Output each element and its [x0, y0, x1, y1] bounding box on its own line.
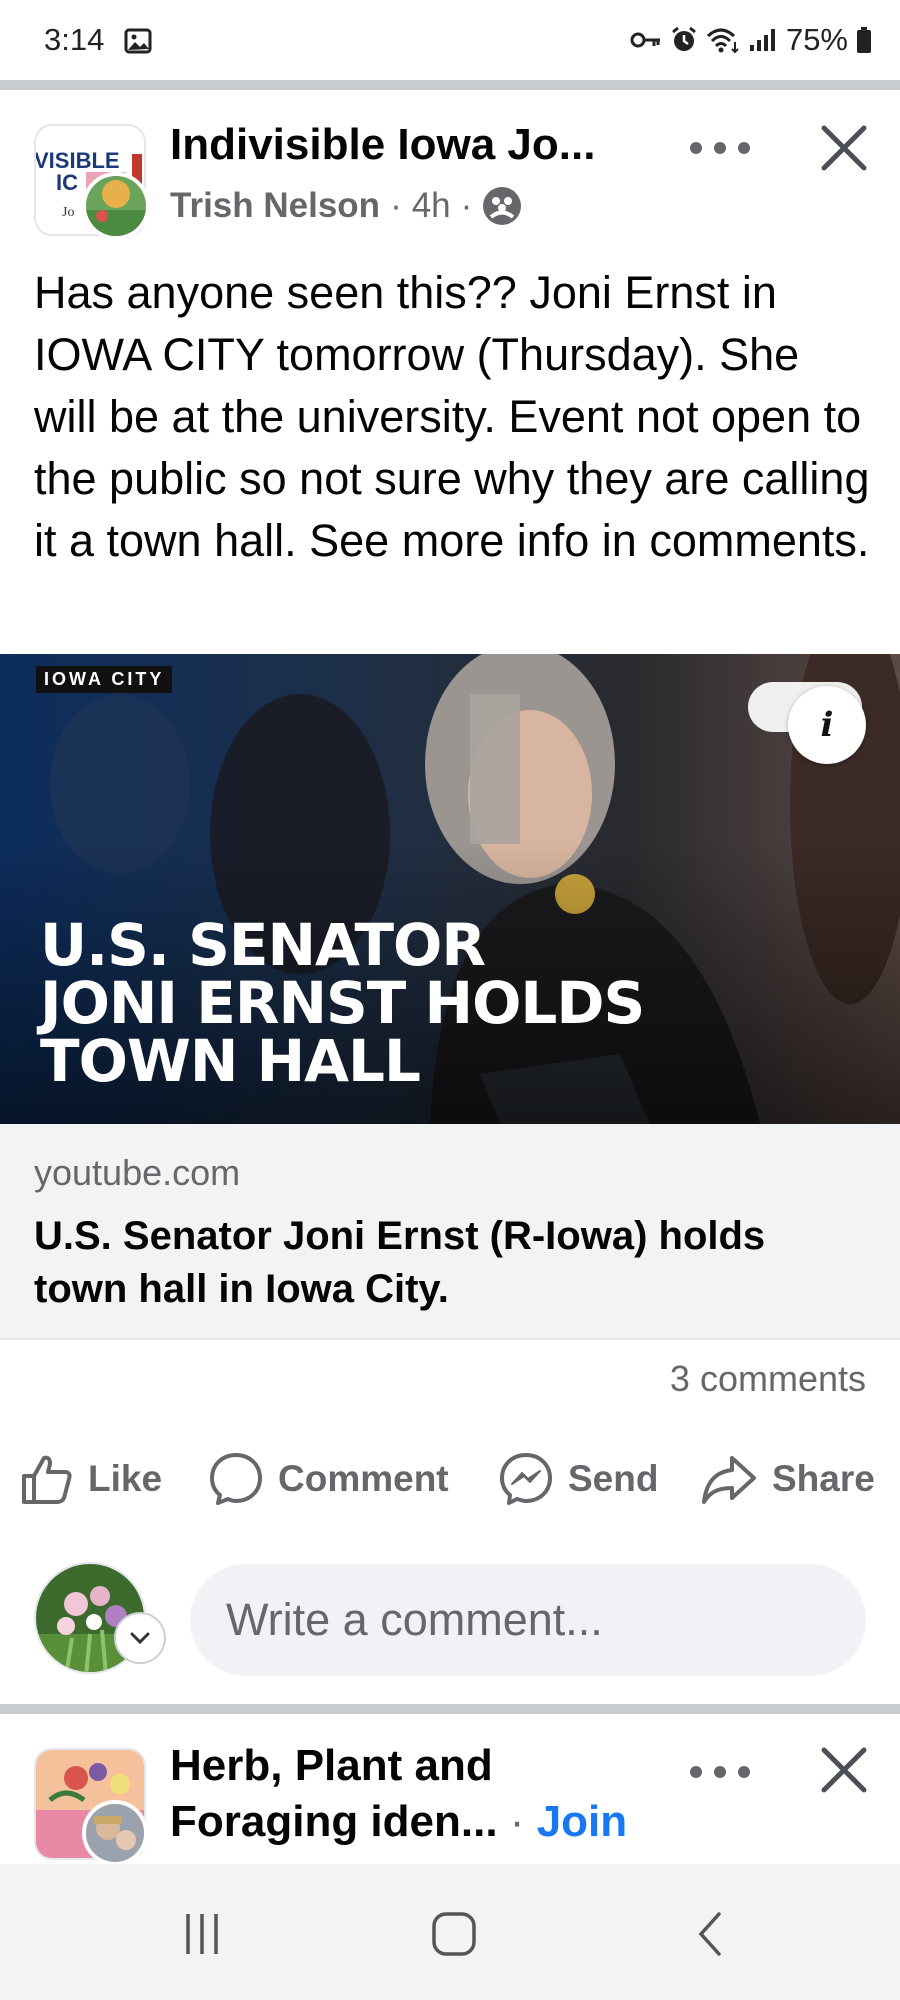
svg-text:IC: IC [56, 170, 78, 195]
meta-separator-2: · [460, 186, 473, 225]
home-button[interactable] [424, 1904, 484, 1964]
send-label: Send [568, 1458, 659, 1499]
author-avatar[interactable] [82, 172, 150, 240]
photo-icon [124, 28, 152, 54]
like-button[interactable]: Like [20, 1444, 162, 1514]
link-preview-meta[interactable]: youtube.com U.S. Senator Joni Ernst (R-I… [0, 1124, 900, 1340]
like-label: Like [88, 1458, 163, 1499]
share-arrow-icon [702, 1456, 756, 1504]
next-title-line-1: Herb, Plant and [170, 1741, 493, 1790]
share-button[interactable]: Share [700, 1444, 875, 1514]
comment-bubble-icon [210, 1453, 262, 1505]
status-time: 3:14 [44, 22, 105, 57]
join-separator: · [509, 1797, 525, 1846]
feed-divider [0, 80, 900, 90]
author-avatar-image [86, 176, 146, 236]
comment-label: Comment [278, 1458, 449, 1499]
home-icon [432, 1912, 476, 1956]
author-name[interactable]: Trish Nelson [170, 186, 380, 226]
headline-line: TOWN HALL [40, 1027, 421, 1095]
svg-text:Jo: Jo [62, 205, 74, 220]
alarm-icon [672, 26, 696, 51]
thumbnail-headline: U.S. SENATOR JONI ERNST HOLDS TOWN HALL [40, 911, 645, 1095]
post-meta: Trish Nelson · 4h · [170, 186, 522, 226]
back-button[interactable] [680, 1904, 740, 1964]
messenger-icon [500, 1453, 552, 1505]
signal-icon [749, 29, 775, 51]
link-domain: youtube.com [34, 1152, 241, 1193]
more-options-button[interactable] [690, 128, 750, 168]
status-icons: 75% [630, 22, 872, 58]
android-nav-bar [0, 1864, 900, 2000]
thumbnail-location-tag: IOWA CITY [36, 666, 173, 693]
feed-divider-2 [0, 1704, 900, 1714]
meta-separator: · [390, 186, 402, 225]
more-dot-icon [690, 1766, 702, 1778]
comment-button[interactable]: Comment [208, 1444, 449, 1514]
group-privacy-icon [483, 187, 522, 225]
back-chevron-icon [698, 1912, 721, 1956]
share-label: Share [772, 1458, 875, 1499]
recent-apps-icon [186, 1914, 218, 1954]
post-time[interactable]: 4h [412, 186, 451, 226]
group-name[interactable]: Indivisible Iowa Jo... [170, 120, 595, 170]
next-close-icon[interactable] [818, 1744, 870, 1796]
next-title-line-2: Foraging iden... · Join [170, 1794, 690, 1850]
profile-switch-button[interactable] [114, 1612, 166, 1664]
more-dot-icon [714, 1766, 726, 1778]
link-preview-image[interactable]: IOWA CITY U.S. SENATOR JONI ERNST HOLDS … [0, 654, 900, 1124]
battery-percent: 75% [785, 22, 848, 57]
recent-apps-button[interactable] [172, 1904, 232, 1964]
chevron-down-icon [130, 1632, 150, 1645]
post-body: Has anyone seen this?? Joni Ernst in IOW… [34, 267, 870, 566]
headline-line: JONI ERNST HOLDS [40, 969, 645, 1037]
send-button[interactable]: Send [498, 1444, 658, 1514]
post-actions: Like Comment Send Share [0, 1444, 900, 1514]
info-button[interactable]: i [788, 686, 866, 764]
more-dot-icon [738, 142, 750, 154]
join-button[interactable]: Join [537, 1797, 627, 1846]
more-dot-icon [738, 1766, 750, 1778]
next-title-text: Foraging iden... [170, 1797, 498, 1846]
next-more-options-button[interactable] [690, 1752, 750, 1792]
key-icon [630, 32, 660, 48]
more-dot-icon [714, 142, 726, 154]
wifi-icon [706, 28, 739, 54]
battery-icon [857, 27, 871, 53]
next-group-title[interactable]: Herb, Plant and Foraging iden... · Join [170, 1738, 690, 1850]
close-icon[interactable] [818, 122, 870, 174]
next-author-image [86, 1804, 144, 1862]
headline-line: U.S. SENATOR [40, 911, 486, 979]
comment-input[interactable] [190, 1564, 866, 1676]
comments-count[interactable]: 3 comments [670, 1358, 866, 1400]
thumbs-up-icon [22, 1455, 72, 1504]
more-dot-icon [690, 142, 702, 154]
next-author-avatar[interactable] [82, 1800, 148, 1866]
link-title: U.S. Senator Joni Ernst (R-Iowa) holds t… [34, 1214, 766, 1311]
status-bar: 3:14 75% [0, 0, 900, 80]
